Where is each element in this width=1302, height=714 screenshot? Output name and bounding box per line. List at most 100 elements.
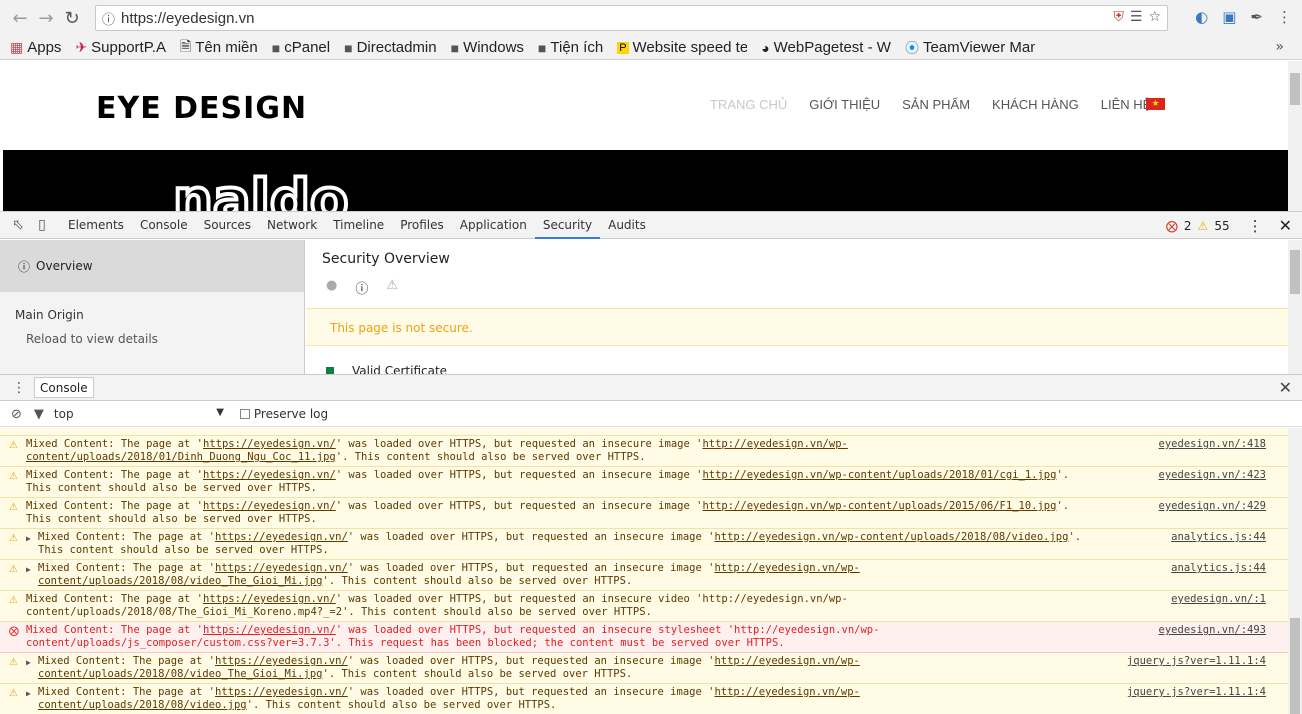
message-source-link[interactable]: eyedesign.vn/:423 [1159,469,1266,482]
preserve-log-checkbox[interactable]: Preserve log [239,407,328,421]
translate-icon[interactable]: ☰ [1130,9,1143,25]
console-message[interactable]: ⚠ ▶ Mixed Content: The page at 'https://ey… [0,653,1288,684]
context-select[interactable]: top ▼ [54,407,224,421]
warning-icon[interactable]: ⚠ [1198,219,1209,233]
expand-triangle-icon[interactable]: ▶ [26,656,31,669]
resource-url-link[interactable]: content/uploads/2018/08/video_The_Gioi_M… [38,668,322,680]
security-overview-item[interactable]: ⓘ Overview [0,240,304,292]
tab-profiles[interactable]: Profiles [392,212,452,239]
resource-url-link[interactable]: http://eyedesign.vn/wp-content/uploads/2… [702,500,1056,512]
bookmark-tien-ich[interactable]: ■ Tiện ích [538,39,603,56]
resource-url-link[interactable]: content/uploads/2018/01/Dinh_Duong_Ngu_C… [26,451,336,463]
console-scrollbar-thumb[interactable] [1290,618,1300,714]
tab-sources[interactable]: Sources [196,212,259,239]
message-source-link[interactable]: analytics.js:44 [1171,531,1266,544]
message-source-link[interactable]: eyedesign.vn/:1 [1171,593,1266,606]
checkbox-box[interactable] [239,409,250,419]
nav-san-pham[interactable]: SẢN PHẨM [902,97,970,112]
resource-url-link[interactable]: http://eyedesign.vn/wp- [702,438,847,450]
reload-icon[interactable]: ↻ [59,5,85,31]
resource-url-link[interactable]: http://eyedesign.vn/wp- [714,562,859,574]
resource-url-link[interactable]: content/uploads/2018/08/video.jpg [38,699,247,711]
clear-console-icon[interactable]: ⊘ [11,407,22,422]
console-message[interactable]: ⨂ Mixed Content: The page at 'https://eye… [0,622,1288,653]
warning-count[interactable]: 55 [1214,219,1229,233]
devtools-close-icon[interactable]: ✕ [1279,216,1292,235]
drawer-tab-console[interactable]: Console [34,377,94,398]
tab-network[interactable]: Network [259,212,325,239]
console-message[interactable]: ⚠ Mixed Content: The page at 'https://eye… [0,436,1288,467]
console-message[interactable]: ⚠ Mixed Content: The page at 'https://eye… [0,498,1288,529]
tab-security[interactable]: Security [534,212,601,239]
vietnam-flag-icon[interactable]: ★ [1146,98,1165,110]
nav-gioi-thieu[interactable]: GIỚI THIỆU [809,97,880,112]
console-message[interactable]: ⚠ Mixed Content: The page at 'https://eye… [0,467,1288,498]
bookmarks-overflow-button[interactable]: » [1275,39,1284,55]
extension-window-icon[interactable]: ▣ [1222,8,1236,26]
message-source-link[interactable]: eyedesign.vn/:418 [1159,438,1266,451]
resource-url-link[interactable]: http://eyedesign.vn/wp-content/uploads/2… [714,531,1068,543]
page-url-link[interactable]: https://eyedesign.vn/ [203,593,336,605]
address-bar[interactable]: ⓘ https://eyedesign.vn ⛨ ☰ ☆ [95,5,1168,31]
message-source-link[interactable]: analytics.js:44 [1171,562,1266,575]
bookmark-directadmin[interactable]: ■ Directadmin [344,39,437,56]
page-url-link[interactable]: https://eyedesign.vn/ [215,531,348,543]
security-scrollbar[interactable] [1288,240,1302,374]
page-url-link[interactable]: https://eyedesign.vn/ [203,500,336,512]
page-scrollbar-thumb[interactable] [1290,73,1300,105]
drawer-close-icon[interactable]: ✕ [1279,378,1292,397]
page-url-link[interactable]: https://eyedesign.vn/ [215,655,348,667]
tab-console[interactable]: Console [132,212,196,239]
message-source-link[interactable]: jquery.js?ver=1.11.1:4 [1127,686,1266,699]
bookmark-windows[interactable]: ■ Windows [451,39,524,56]
console-message[interactable]: ⚠ ▶ Mixed Content: The page at 'https://ey… [0,684,1288,714]
security-scrollbar-thumb[interactable] [1290,250,1300,294]
console-message[interactable]: ⚠ ▶ Mixed Content: The page at 'https://ey… [0,560,1288,591]
extension-dropper-icon[interactable]: ✒ [1250,8,1263,26]
shield-blocked-icon[interactable]: ⛨ [1113,9,1124,25]
page-url-link[interactable]: https://eyedesign.vn/ [215,562,348,574]
error-icon[interactable]: ⨂ [1166,219,1178,233]
star-icon[interactable]: ☆ [1148,9,1161,25]
resource-url-link[interactable]: http://eyedesign.vn/wp- [714,655,859,667]
error-count[interactable]: 2 [1184,219,1192,233]
page-url-link[interactable]: https://eyedesign.vn/ [215,686,348,698]
resource-url-link[interactable]: http://eyedesign.vn/wp-content/uploads/2… [702,469,1056,481]
message-source-link[interactable]: eyedesign.vn/:429 [1159,500,1266,513]
tab-timeline[interactable]: Timeline [325,212,392,239]
nav-lien-he[interactable]: LIÊN HỆ [1101,97,1152,112]
resource-url-link[interactable]: content/uploads/2018/08/video_The_Gioi_M… [38,575,322,587]
bookmark-apps[interactable]: ▦ Apps [10,39,61,56]
expand-triangle-icon[interactable]: ▶ [26,532,31,545]
bookmark-webpagetest[interactable]: ◕ WebPagetest - W [761,39,891,56]
bookmark-cpanel[interactable]: ■ cPanel [272,39,330,56]
page-url-link[interactable]: https://eyedesign.vn/ [203,469,336,481]
page-scrollbar[interactable] [1288,61,1302,211]
expand-triangle-icon[interactable]: ▶ [26,563,31,576]
filter-icon[interactable]: ▼ [34,407,44,422]
device-toggle-icon[interactable]: ▯ [30,217,54,233]
info-icon[interactable]: ⓘ [102,9,115,28]
back-arrow-icon[interactable]: ← [7,5,33,31]
tab-application[interactable]: Application [452,212,535,239]
expand-triangle-icon[interactable]: ▶ [26,687,31,700]
console-scrollbar[interactable] [1288,428,1302,714]
page-url-link[interactable]: https://eyedesign.vn/ [203,438,336,450]
menu-kebab-icon[interactable]: ⋮ [1277,8,1292,26]
nav-khach-hang[interactable]: KHÁCH HÀNG [992,97,1079,112]
extension-translate-icon[interactable]: ◐ [1195,8,1208,26]
bookmark-ten-mien[interactable]: 🗎 Tên miền [180,36,258,59]
site-logo[interactable]: EYE DESIGN [96,91,307,126]
console-message[interactable]: ⚠ ▶ Mixed Content: The page at 'https://ey… [0,529,1288,560]
drawer-menu-icon[interactable]: ⋮ [12,380,26,396]
devtools-menu-icon[interactable]: ⋮ [1248,217,1263,235]
message-source-link[interactable]: eyedesign.vn/:493 [1159,624,1266,637]
page-url-link[interactable]: https://eyedesign.vn/ [203,624,336,636]
forward-arrow-icon[interactable]: → [33,5,59,31]
reload-hint[interactable]: Reload to view details [26,332,304,346]
message-source-link[interactable]: jquery.js?ver=1.11.1:4 [1127,655,1266,668]
console-message[interactable]: ⚠ Mixed Content: The page at 'https://eye… [0,591,1288,622]
bookmark-supportpa[interactable]: ✈ SupportP.A [75,39,166,56]
resource-url-link[interactable]: http://eyedesign.vn/wp- [714,686,859,698]
tab-elements[interactable]: Elements [60,212,132,239]
